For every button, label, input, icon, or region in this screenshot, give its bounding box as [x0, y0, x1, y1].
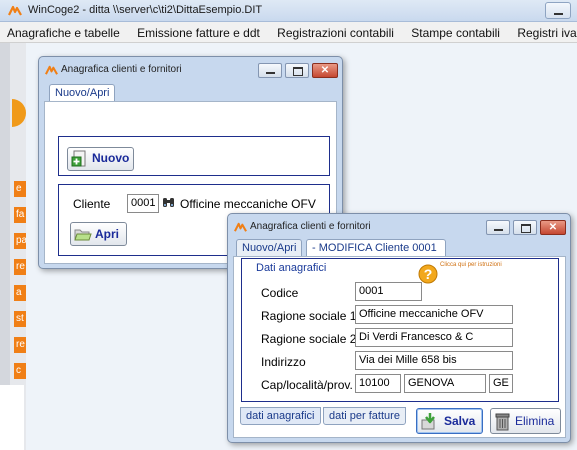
dialog-title: Anagrafica clienti e fornitori — [250, 221, 371, 232]
indirizzo-label: Indirizzo — [261, 355, 306, 369]
tab-nuovo-apri[interactable]: Nuovo/Apri — [49, 84, 116, 102]
dialog-anagrafica-front: Anagrafica clienti e fornitori Nuovo/Apr… — [227, 213, 571, 443]
close-button[interactable] — [540, 220, 566, 235]
minimize-button[interactable] — [258, 63, 282, 78]
codice-label: Codice — [261, 286, 299, 300]
menu-registri[interactable]: Registri iva e giornale — [510, 22, 577, 41]
app-logo-icon — [234, 222, 247, 232]
delete-button[interactable]: Elimina — [490, 408, 561, 434]
maximize-button[interactable] — [513, 220, 537, 235]
cap-field[interactable]: 10100 — [355, 374, 401, 393]
maximize-button[interactable] — [285, 63, 309, 78]
ragione2-label: Ragione sociale 2 — [261, 332, 357, 346]
menu-stampe[interactable]: Stampe contabili — [404, 22, 507, 41]
minimize-button[interactable] — [545, 2, 571, 19]
ragione1-field[interactable]: Officine meccaniche OFV — [355, 305, 513, 324]
app-title: WinCoge2 - ditta \\server\c\ti2\DittaEse… — [28, 4, 263, 16]
minimize-button[interactable] — [486, 220, 510, 235]
app-logo-icon — [45, 65, 58, 75]
close-button[interactable] — [312, 63, 338, 78]
cliente-label: Cliente — [73, 197, 111, 211]
indirizzo-field[interactable]: Via dei Mille 658 bis — [355, 351, 513, 370]
help-text[interactable]: Clicca qui per istruzioni — [440, 262, 502, 268]
side-tab[interactable]: fa — [14, 207, 26, 223]
cliente-name: Officine meccaniche OFV — [180, 197, 316, 211]
menu-registrazioni[interactable]: Registrazioni contabili — [270, 22, 401, 41]
side-tab[interactable]: st — [14, 311, 26, 327]
delete-button-label: Elimina — [515, 414, 555, 428]
section-title: Dati anagrafici — [256, 262, 327, 274]
save-icon — [421, 413, 435, 430]
new-document-icon — [71, 150, 86, 167]
prov-field[interactable]: GE — [489, 374, 513, 393]
dialog-title-bar: Anagrafica clienti e fornitori — [228, 214, 570, 240]
dialog-body: Dati anagrafici ? Clicca qui per istruzi… — [233, 256, 566, 438]
codice-field[interactable]: 0001 — [355, 282, 422, 301]
cliente-code-field[interactable]: 0001 — [127, 194, 159, 213]
help-icon[interactable]: ? — [418, 264, 438, 284]
open-folder-icon — [74, 229, 92, 241]
side-tab[interactable]: c — [14, 363, 26, 379]
localita-field[interactable]: GENOVA — [404, 374, 486, 393]
app-logo-icon — [8, 5, 22, 16]
dialog-title: Anagrafica clienti e fornitori — [61, 64, 182, 75]
dati-anagrafici-group: Dati anagrafici ? Clicca qui per istruzi… — [241, 258, 559, 402]
new-button[interactable]: Nuovo — [67, 147, 134, 171]
tab-dati-fatture[interactable]: dati per fatture — [323, 407, 406, 425]
dialog-title-bar: Anagrafica clienti e fornitori — [39, 57, 342, 83]
open-button-label: Apri — [95, 227, 119, 241]
side-tab[interactable]: a — [14, 285, 26, 301]
binoculars-icon[interactable] — [162, 196, 175, 209]
main-title-bar: WinCoge2 - ditta \\server\c\ti2\DittaEse… — [0, 0, 577, 22]
left-strip — [0, 43, 10, 385]
side-tab[interactable]: e — [14, 181, 26, 197]
new-button-label: Nuovo — [92, 151, 130, 165]
ragione1-label: Ragione sociale 1 — [261, 309, 357, 323]
trash-icon — [495, 413, 510, 431]
save-button[interactable]: Salva — [416, 408, 483, 434]
new-group: Nuovo — [58, 136, 330, 176]
side-tab[interactable]: re — [14, 259, 26, 275]
menu-bar: Anagrafiche e tabelle Emissione fatture … — [0, 22, 577, 43]
ragione2-field[interactable]: Di Verdi Francesco & C — [355, 328, 513, 347]
open-button[interactable]: Apri — [70, 222, 127, 246]
tab-dati-anagrafici[interactable]: dati anagrafici — [240, 407, 321, 425]
side-tab[interactable]: re — [14, 337, 26, 353]
side-tab[interactable]: pa — [14, 233, 26, 249]
cap-label: Cap/località/prov. — [261, 378, 353, 392]
tab-nuovo-apri[interactable]: Nuovo/Apri — [236, 239, 303, 257]
save-button-label: Salva — [444, 414, 476, 428]
menu-anagrafiche[interactable]: Anagrafiche e tabelle — [0, 22, 127, 41]
blank-area — [0, 385, 24, 450]
tab-modifica[interactable]: - MODIFICA Cliente 0001 — [306, 239, 446, 257]
svg-text:?: ? — [424, 266, 433, 282]
menu-emissione[interactable]: Emissione fatture e ddt — [130, 22, 267, 41]
